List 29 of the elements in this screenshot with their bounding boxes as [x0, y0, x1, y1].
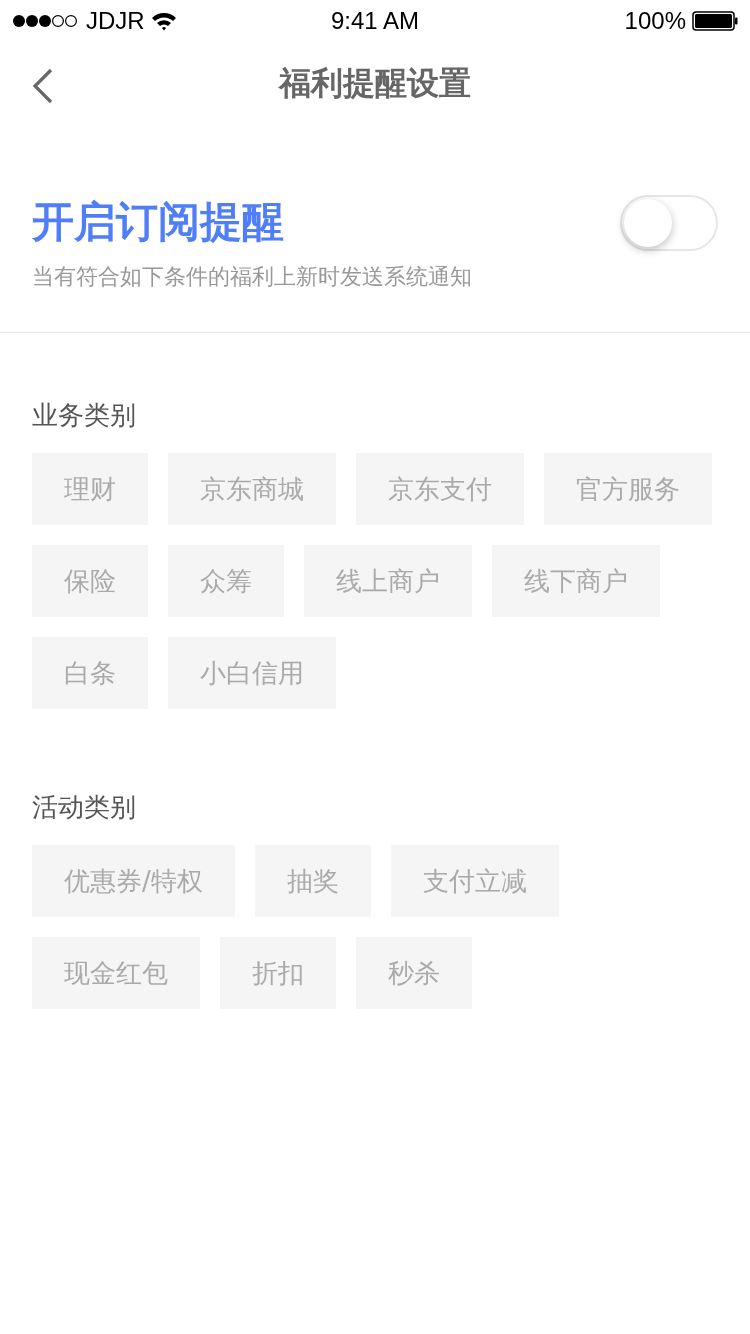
subscribe-description: 当有符合如下条件的福利上新时发送系统通知: [32, 263, 472, 291]
wifi-icon: [150, 11, 177, 31]
subscribe-title: 开启订阅提醒: [32, 196, 285, 248]
category-tag[interactable]: 众筹: [168, 545, 284, 617]
category-tag[interactable]: 理财: [32, 453, 148, 525]
battery-icon: [692, 11, 738, 31]
category-tag[interactable]: 线下商户: [492, 545, 660, 617]
category-tag[interactable]: 官方服务: [544, 453, 712, 525]
category-tag[interactable]: 抽奖: [254, 845, 371, 917]
signal-icon: [12, 14, 80, 28]
battery-percentage: 100%: [624, 7, 686, 35]
category-tag[interactable]: 线上商户: [304, 545, 472, 617]
category-tag[interactable]: 白条: [32, 637, 148, 709]
section-title: 业务类别: [32, 399, 137, 432]
category-tag[interactable]: 保险: [32, 545, 148, 617]
category-tag[interactable]: 折扣: [220, 937, 336, 1009]
category-tag[interactable]: 优惠券/特权: [32, 845, 235, 917]
category-tag[interactable]: 京东支付: [356, 453, 524, 525]
page-title: 福利提醒设置: [279, 63, 471, 104]
section-title: 活动类别: [32, 791, 137, 824]
status-time: 9:41 AM: [330, 7, 420, 35]
category-tag[interactable]: 京东商城: [168, 453, 336, 525]
toggle-switch[interactable]: [620, 195, 718, 251]
category-tag[interactable]: 秒杀: [356, 937, 472, 1009]
category-tag[interactable]: 支付立减: [390, 845, 559, 917]
chevron-left-icon: [32, 68, 54, 104]
category-tag[interactable]: 现金红包: [32, 937, 200, 1009]
category-tag[interactable]: 小白信用: [168, 637, 336, 709]
carrier-name: JDJR: [86, 7, 145, 35]
